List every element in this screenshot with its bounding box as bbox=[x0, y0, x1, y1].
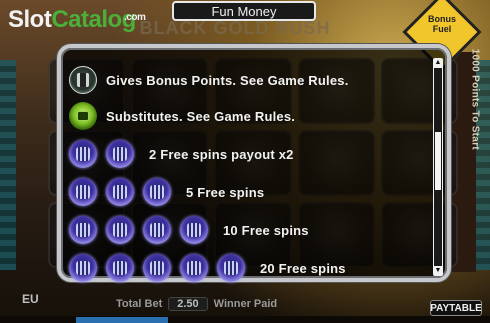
bottom-accent-bar bbox=[76, 317, 168, 323]
scatter-icon bbox=[69, 216, 97, 244]
fun-money-button[interactable]: Fun Money bbox=[172, 1, 316, 21]
wild-icon bbox=[69, 102, 97, 130]
paytable-row-5-scatter: 20 Free spins bbox=[69, 254, 346, 282]
scatter-icon bbox=[180, 254, 208, 282]
total-bet-label: Total Bet bbox=[116, 298, 163, 310]
paytable-row-4-scatter: 10 Free spins bbox=[69, 216, 309, 244]
paytable-row-2-scatter: 2 Free spins payout x2 bbox=[69, 140, 294, 168]
paytable-scrollbar[interactable]: ▲ ▼ bbox=[433, 58, 443, 276]
scroll-down-icon[interactable]: ▼ bbox=[433, 266, 443, 276]
row-text: 20 Free spins bbox=[260, 260, 346, 276]
scatter-icon bbox=[106, 254, 134, 282]
paytable-row-wild: Substitutes. See Game Rules. bbox=[69, 102, 295, 130]
scatter-icon bbox=[217, 254, 245, 282]
scatter-icon bbox=[143, 178, 171, 206]
fun-money-label: Fun Money bbox=[211, 3, 277, 19]
scatter-icon bbox=[106, 140, 134, 168]
paytable-button-label: PAYTABLE bbox=[430, 302, 482, 314]
paytable-button[interactable]: PAYTABLE bbox=[430, 300, 482, 316]
row-text: Gives Bonus Points. See Game Rules. bbox=[106, 72, 349, 88]
winner-paid-label: Winner Paid bbox=[213, 298, 278, 310]
total-bet-value: 2.50 bbox=[168, 297, 208, 311]
paytable-row-3-scatter: 5 Free spins bbox=[69, 178, 264, 206]
bonus-icon bbox=[69, 66, 97, 94]
scatter-icon bbox=[69, 254, 97, 282]
logo-slot: Slot bbox=[8, 6, 52, 33]
bonus-fuel-text: Bonus Fuel bbox=[428, 14, 456, 34]
scroll-track[interactable] bbox=[434, 68, 442, 266]
row-text: 5 Free spins bbox=[186, 184, 265, 200]
paytable-row-bonus: Gives Bonus Points. See Game Rules. bbox=[69, 66, 349, 94]
row-text: 2 Free spins payout x2 bbox=[149, 146, 294, 162]
bottom-strip bbox=[0, 316, 490, 323]
scroll-thumb[interactable] bbox=[435, 132, 441, 190]
scatter-icon bbox=[143, 216, 171, 244]
site-logo: SlotCatalog .com bbox=[8, 6, 146, 34]
left-decoration bbox=[0, 60, 16, 270]
scatter-icon bbox=[69, 140, 97, 168]
row-text: Substitutes. See Game Rules. bbox=[106, 108, 296, 124]
scatter-icon bbox=[69, 178, 97, 206]
paytable-panel: Gives Bonus Points. See Game Rules. Subs… bbox=[57, 44, 451, 282]
scroll-up-icon[interactable]: ▲ bbox=[433, 58, 443, 68]
scatter-icon bbox=[143, 254, 171, 282]
logo-dotcom: .com bbox=[124, 12, 146, 23]
bottom-info-bar: Total Bet 2.50 Winner Paid bbox=[70, 296, 408, 312]
paytable-content: Gives Bonus Points. See Game Rules. Subs… bbox=[69, 56, 427, 282]
scatter-icon bbox=[106, 178, 134, 206]
row-text: 10 Free spins bbox=[223, 222, 309, 238]
scatter-icon bbox=[106, 216, 134, 244]
eu-badge: EU bbox=[22, 292, 39, 306]
scatter-icon bbox=[180, 216, 208, 244]
points-to-start-text: 1000 Points To Start bbox=[469, 48, 480, 150]
